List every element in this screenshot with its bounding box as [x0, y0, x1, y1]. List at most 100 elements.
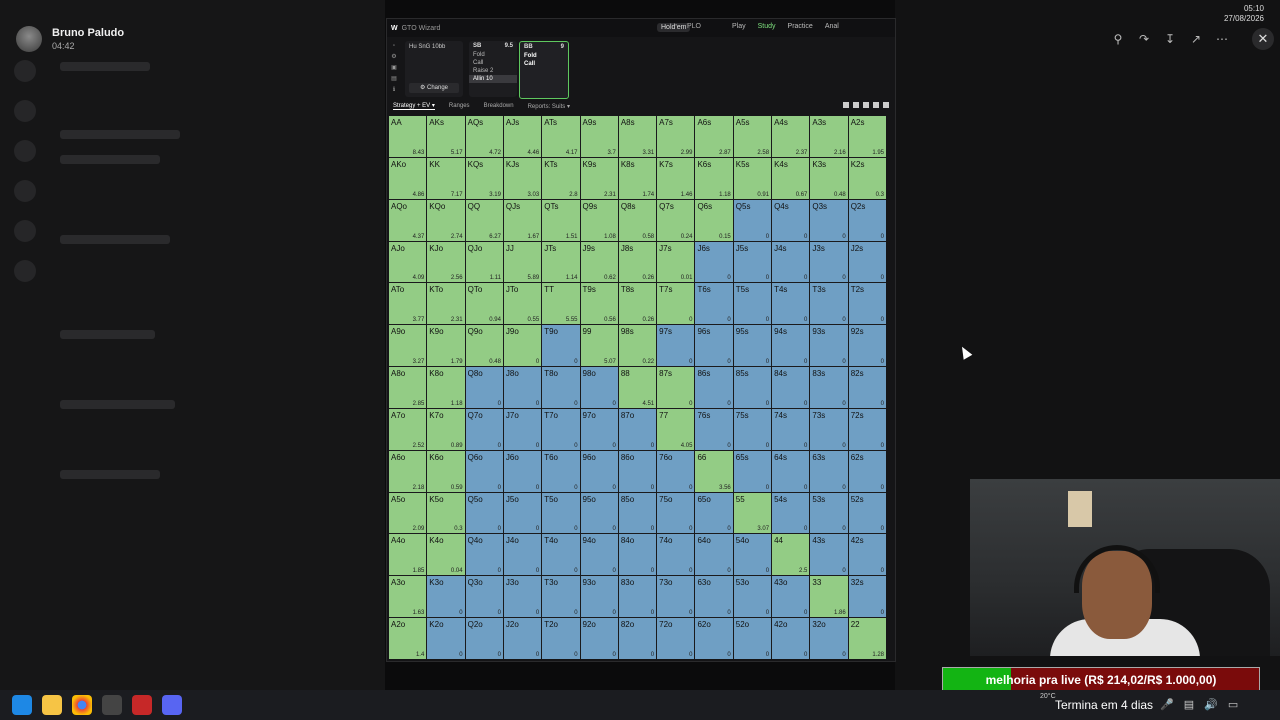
hand-cell[interactable]: 72o 0 — [657, 618, 695, 659]
hand-cell[interactable]: 84o 0 — [618, 534, 657, 576]
hand-cell[interactable]: 64o 0 — [695, 534, 733, 576]
hand-cell[interactable]: 42s 0 — [848, 534, 886, 576]
hand-cell[interactable]: Q3s 0 — [810, 199, 848, 241]
hand-cell[interactable]: T3s 0 — [810, 283, 848, 325]
hand-cell[interactable]: Q8o 0 — [465, 367, 503, 408]
hand-cell[interactable]: 97s 0 — [657, 325, 695, 367]
hand-cell[interactable]: 66 3.56 — [695, 450, 733, 492]
close-button[interactable]: ✕ — [1252, 28, 1274, 50]
hand-cell[interactable]: 62s 0 — [848, 450, 886, 492]
hand-cell[interactable]: A9s 3.7 — [580, 116, 618, 157]
hand-cell[interactable]: T4s 0 — [772, 283, 810, 325]
action-call[interactable]: Call — [520, 60, 568, 68]
hand-cell[interactable]: 94s 0 — [772, 325, 810, 367]
hand-cell[interactable]: AQo 4.37 — [389, 199, 427, 241]
hand-cell[interactable]: 87s 0 — [657, 367, 695, 408]
hand-cell[interactable]: 32o 0 — [810, 618, 848, 659]
hand-cell[interactable]: A2o 1.4 — [389, 618, 427, 659]
clock[interactable]: 05:10 27/08/2026 — [1224, 4, 1264, 24]
hand-cell[interactable]: Q5o 0 — [465, 492, 503, 534]
hand-cell[interactable]: Q8s 0.58 — [618, 199, 657, 241]
hand-cell[interactable]: Q9s 1.08 — [580, 199, 618, 241]
hand-cell[interactable]: 93o 0 — [580, 576, 618, 618]
hand-cell[interactable]: ATo 3.77 — [389, 283, 427, 325]
hand-cell[interactable]: K2s 0.3 — [848, 157, 886, 199]
hand-cell[interactable]: JTo 0.55 — [503, 283, 542, 325]
hand-cell[interactable]: 97o 0 — [580, 408, 618, 450]
view-mode-icon[interactable] — [883, 102, 889, 108]
tab-reports[interactable]: Reports: Suits ▾ — [528, 103, 570, 110]
hand-cell[interactable]: KJo 2.56 — [427, 241, 465, 283]
hand-cell[interactable]: 53o 0 — [733, 576, 772, 618]
hand-cell[interactable]: J7o 0 — [503, 408, 542, 450]
news-ticker[interactable]: Termina em 4 dias — [1055, 698, 1153, 712]
nav-analyze[interactable]: Anal — [825, 23, 839, 30]
open-external-icon[interactable]: ↗ — [1188, 31, 1204, 47]
hand-cell[interactable]: J8o 0 — [503, 367, 542, 408]
hand-cell[interactable]: J3o 0 — [503, 576, 542, 618]
hand-cell[interactable]: T5o 0 — [542, 492, 580, 534]
hand-cell[interactable]: T7o 0 — [542, 408, 580, 450]
hand-cell[interactable]: AKs 5.17 — [427, 116, 465, 157]
hand-cell[interactable]: 75s 0 — [733, 408, 772, 450]
action-call[interactable]: Call — [469, 59, 517, 67]
hand-cell[interactable]: T6s 0 — [695, 283, 733, 325]
hand-cell[interactable]: 98s 0.22 — [618, 325, 657, 367]
hand-cell[interactable]: AQs 4.72 — [465, 116, 503, 157]
hand-cell[interactable]: AJo 4.09 — [389, 241, 427, 283]
table-icon[interactable]: ▤ — [390, 75, 398, 83]
hand-cell[interactable]: 77 4.05 — [657, 408, 695, 450]
hand-cell[interactable]: KJs 3.03 — [503, 157, 542, 199]
hand-cell[interactable]: T3o 0 — [542, 576, 580, 618]
hand-cell[interactable]: A6s 2.87 — [695, 116, 733, 157]
hand-cell[interactable]: K5o 0.3 — [427, 492, 465, 534]
hand-cell[interactable]: 98o 0 — [580, 367, 618, 408]
hand-cell[interactable]: K7s 1.46 — [657, 157, 695, 199]
game-pill[interactable]: Hold'em — [657, 23, 691, 32]
hand-cell[interactable]: 82s 0 — [848, 367, 886, 408]
hand-cell[interactable]: 52o 0 — [733, 618, 772, 659]
hand-cell[interactable]: T9s 0.56 — [580, 283, 618, 325]
download-icon[interactable]: ↧ — [1162, 31, 1178, 47]
hand-cell[interactable]: K5s 0.91 — [733, 157, 772, 199]
hand-cell[interactable]: K3o 0 — [427, 576, 465, 618]
hand-cell[interactable]: JTs 1.14 — [542, 241, 580, 283]
hand-cell[interactable]: A2s 1.95 — [848, 116, 886, 157]
hand-cell[interactable]: KTs 2.8 — [542, 157, 580, 199]
hand-cell[interactable]: T4o 0 — [542, 534, 580, 576]
hand-cell[interactable]: Q5s 0 — [733, 199, 772, 241]
hand-cell[interactable]: 73s 0 — [810, 408, 848, 450]
hand-cell[interactable]: T8s 0.26 — [618, 283, 657, 325]
hand-cell[interactable]: KQo 2.74 — [427, 199, 465, 241]
hand-cell[interactable]: J9s 0.62 — [580, 241, 618, 283]
hand-cell[interactable]: QTo 0.94 — [465, 283, 503, 325]
view-mode-icon[interactable] — [853, 102, 859, 108]
hand-cell[interactable]: 76o 0 — [657, 450, 695, 492]
hand-cell[interactable]: JJ 5.89 — [503, 241, 542, 283]
hand-cell[interactable]: 88 4.51 — [618, 367, 657, 408]
hand-cell[interactable]: A7s 2.99 — [657, 116, 695, 157]
hand-cell[interactable]: 75o 0 — [657, 492, 695, 534]
hand-cell[interactable]: 63o 0 — [695, 576, 733, 618]
info-icon[interactable]: ℹ — [390, 86, 398, 94]
hand-cell[interactable]: T8o 0 — [542, 367, 580, 408]
hand-cell[interactable]: 55 3.07 — [733, 492, 772, 534]
hand-cell[interactable]: 83o 0 — [618, 576, 657, 618]
action-fold[interactable]: Fold — [520, 52, 568, 60]
hand-cell[interactable]: A6o 2.18 — [389, 450, 427, 492]
weather-widget[interactable]: 20°C — [1040, 693, 1056, 700]
save-icon[interactable]: ▣ — [390, 64, 398, 72]
action-allin[interactable]: Allin 10 — [469, 75, 517, 83]
hand-cell[interactable]: 96o 0 — [580, 450, 618, 492]
hand-cell[interactable]: K6o 0.59 — [427, 450, 465, 492]
hand-cell[interactable]: A5s 2.58 — [733, 116, 772, 157]
hand-cell[interactable]: Q2s 0 — [848, 199, 886, 241]
hand-cell[interactable]: 74o 0 — [657, 534, 695, 576]
hand-cell[interactable]: J4o 0 — [503, 534, 542, 576]
hand-cell[interactable]: J2s 0 — [848, 241, 886, 283]
tab-ranges[interactable]: Ranges — [449, 103, 470, 109]
hand-cell[interactable]: T5s 0 — [733, 283, 772, 325]
hand-cell[interactable]: 85o 0 — [618, 492, 657, 534]
hand-cell[interactable]: T9o 0 — [542, 325, 580, 367]
hand-cell[interactable]: 95o 0 — [580, 492, 618, 534]
